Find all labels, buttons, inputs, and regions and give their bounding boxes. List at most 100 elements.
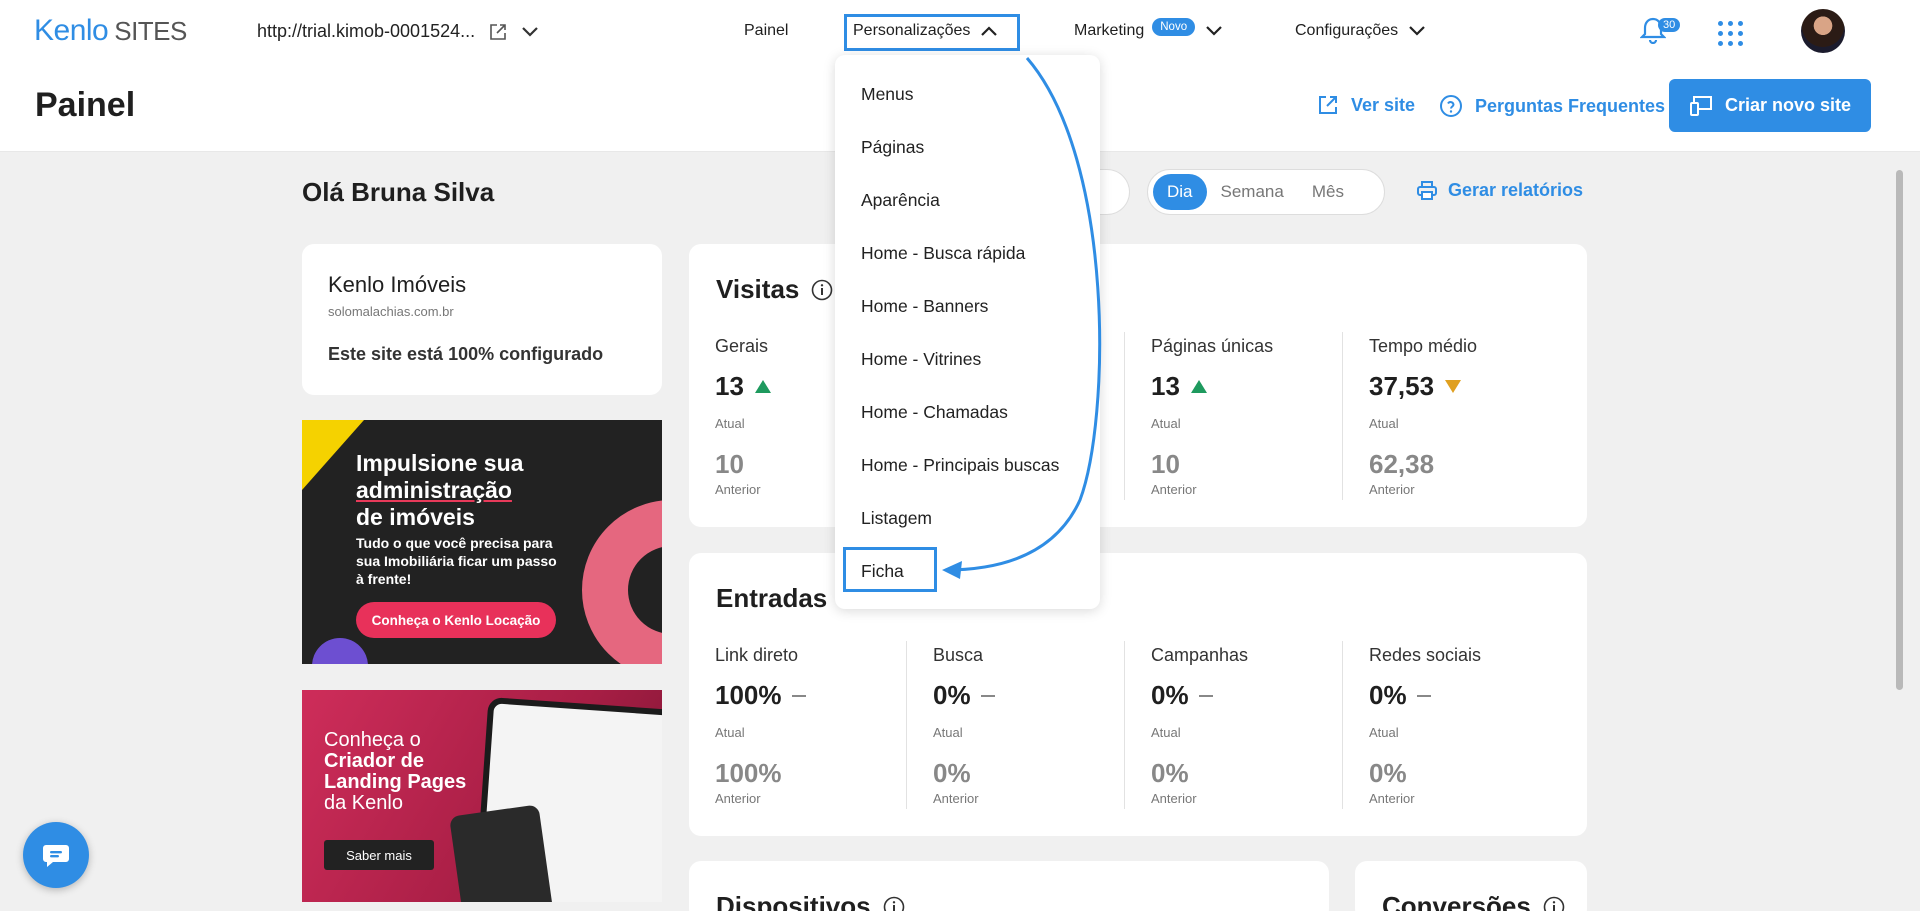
chevron-down-icon — [1206, 26, 1222, 36]
top-bar: Kenlo SITES http://trial.kimob-0001524..… — [0, 0, 1920, 62]
decor-triangle — [302, 420, 364, 490]
visitas-paginas-unicas: Páginas únicas 13 Atual 10 Anterior — [1151, 336, 1351, 497]
chat-button[interactable] — [23, 822, 89, 888]
menu-item-aparencia[interactable]: Aparência — [861, 190, 940, 211]
external-link-icon[interactable] — [489, 23, 507, 41]
decor-circle — [312, 638, 368, 664]
menu-item-listagem[interactable]: Listagem — [861, 508, 932, 529]
period-day[interactable]: Dia — [1153, 174, 1207, 210]
devices-icon — [1689, 95, 1712, 116]
period-month[interactable]: Mês — [1298, 174, 1358, 210]
generate-reports-link[interactable]: Gerar relatórios — [1416, 180, 1583, 201]
trend-up-icon — [754, 380, 771, 393]
help-circle-icon — [1440, 95, 1462, 117]
metric-previous-label: Anterior — [933, 791, 979, 806]
entrada-campanhas: Campanhas 0% Atual 0% Anterior — [1151, 645, 1351, 806]
chevron-down-icon — [1409, 26, 1425, 36]
metric-current-label: Atual — [1151, 416, 1181, 431]
metric-previous-label: Anterior — [1151, 482, 1197, 497]
menu-item-home-principais-buscas[interactable]: Home - Principais buscas — [861, 455, 1059, 476]
notifications-count: 30 — [1658, 18, 1681, 32]
entradas-title: Entradas — [716, 583, 827, 614]
metric-current: 13 — [1151, 371, 1351, 402]
trend-down-icon — [1445, 380, 1462, 393]
metric-previous: 0% — [1369, 758, 1407, 788]
no-change-icon — [1416, 694, 1431, 697]
metric-previous: 100% — [715, 758, 782, 788]
no-change-icon — [1198, 694, 1213, 697]
promo-headline-line2: administração — [356, 477, 512, 503]
menu-item-home-banners[interactable]: Home - Banners — [861, 296, 988, 317]
apps-grid-icon[interactable] — [1718, 21, 1743, 46]
period-toggle: Dia Semana Mês — [1147, 169, 1385, 215]
no-change-icon — [791, 694, 806, 697]
promo-headline-line3: de imóveis — [356, 504, 475, 530]
user-avatar[interactable] — [1801, 9, 1845, 53]
promo2-line4: da Kenlo — [324, 792, 403, 814]
metric-previous: 62,38 — [1369, 449, 1435, 479]
menu-item-home-busca-rapida[interactable]: Home - Busca rápida — [861, 243, 1025, 264]
notifications-button[interactable]: 30 — [1639, 16, 1681, 49]
metric-previous: 0% — [933, 758, 971, 788]
menu-item-home-chamadas[interactable]: Home - Chamadas — [861, 402, 1008, 423]
metric-label: Tempo médio — [1369, 336, 1478, 356]
ver-site-label: Ver site — [1351, 94, 1416, 115]
entrada-link-direto: Link direto 100% Atual 100% Anterior — [715, 645, 915, 806]
menu-item-paginas[interactable]: Páginas — [861, 137, 924, 158]
promo2-line1: Conheça o — [324, 729, 421, 751]
metric-label: Busca — [933, 645, 984, 665]
promo-headline-line1: Impulsione sua — [356, 450, 524, 476]
metric-current-label: Atual — [715, 725, 745, 740]
promo-banner-landing-pages[interactable]: Conheça o Criador de Landing Pages da Ke… — [302, 690, 662, 902]
entradas-card: Entradas Link direto 100% Atual 100% Ant… — [689, 553, 1587, 836]
visitas-title-text: Visitas — [716, 274, 800, 304]
saber-mais-button[interactable]: Saber mais — [324, 840, 434, 870]
nav-painel[interactable]: Painel — [744, 0, 788, 62]
entradas-title-text: Entradas — [716, 583, 828, 613]
ficha-highlight — [843, 547, 937, 592]
metric-previous-label: Anterior — [1369, 482, 1415, 497]
metric-current-value: 37,53 — [1369, 371, 1435, 401]
menu-item-home-vitrines[interactable]: Home - Vitrines — [861, 349, 981, 370]
metric-current: 37,53 — [1369, 371, 1569, 402]
logo-main: Kenlo — [34, 14, 109, 47]
metric-label: Link direto — [715, 645, 799, 665]
create-site-button[interactable]: Criar novo site — [1669, 79, 1871, 132]
metric-current-value: 100% — [715, 680, 782, 710]
new-badge: Novo — [1152, 18, 1196, 36]
promo-headline: Impulsione sua administração de imóveis — [356, 450, 596, 531]
nav-marketing[interactable]: Marketing Novo — [1074, 0, 1223, 62]
promo2-line3: Landing Pages — [324, 771, 467, 793]
page-scrollbar[interactable] — [1893, 152, 1905, 911]
metric-current-label: Atual — [1151, 725, 1181, 740]
nav-configuracoes[interactable]: Configurações — [1295, 0, 1426, 62]
info-icon[interactable] — [1543, 896, 1565, 911]
divider — [1342, 641, 1343, 809]
faq-link[interactable]: Perguntas Frequentes — [1439, 94, 1665, 118]
metric-label: Campanhas — [1151, 645, 1249, 665]
site-card[interactable]: Kenlo Imóveis solomalachias.com.br Este … — [302, 244, 662, 395]
site-status: Este site está 100% configurado — [328, 344, 604, 364]
menu-item-menus[interactable]: Menus — [861, 84, 914, 105]
metric-current: 0% — [1369, 680, 1569, 711]
divider — [1124, 332, 1125, 500]
nav-painel-label: Painel — [744, 22, 789, 39]
dispositivos-title-text: Dispositivos — [716, 891, 871, 911]
printer-icon — [1417, 180, 1437, 200]
scrollbar-thumb[interactable] — [1896, 170, 1903, 690]
ver-site-link[interactable]: Ver site — [1317, 94, 1415, 116]
site-url-selector[interactable]: http://trial.kimob-0001524... — [257, 21, 539, 42]
kenlo-sites-logo[interactable]: Kenlo SITES — [34, 14, 187, 48]
metric-label: Páginas únicas — [1151, 336, 1274, 356]
promo-banner-locacao[interactable]: Impulsione sua administração de imóveis … — [302, 420, 662, 664]
metric-previous-label: Anterior — [715, 791, 761, 806]
metric-current-label: Atual — [1369, 416, 1399, 431]
metric-current-value: 0% — [1369, 680, 1407, 710]
promo-locacao-button[interactable]: Conheça o Kenlo Locação — [356, 602, 556, 638]
no-change-icon — [980, 694, 995, 697]
generate-reports-label: Gerar relatórios — [1448, 180, 1584, 200]
info-icon[interactable] — [883, 896, 905, 911]
period-week[interactable]: Semana — [1207, 174, 1298, 210]
info-icon[interactable] — [811, 279, 833, 301]
chevron-down-icon[interactable] — [521, 26, 539, 38]
